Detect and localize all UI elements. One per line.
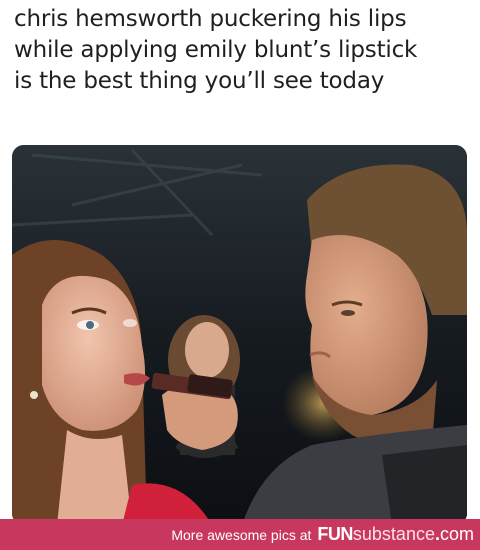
footer-promo-text: More awesome pics at <box>171 526 312 543</box>
meme-photo <box>12 145 467 525</box>
watermark-footer: More awesome pics at FUN substance . com <box>0 519 480 550</box>
funsubstance-logo-link[interactable]: FUN substance . com <box>317 524 474 545</box>
brand-fun: FUN <box>317 524 353 544</box>
meme-caption: chris hemsworth puckering his lips while… <box>14 4 469 97</box>
brand-substance: substance <box>352 524 435 544</box>
caption-line-3: is the best thing you’ll see today <box>14 68 385 94</box>
caption-line-1: chris hemsworth puckering his lips <box>14 6 407 32</box>
caption-line-2: while applying emily blunt’s lipstick <box>14 37 418 63</box>
brand-com: com <box>439 524 474 544</box>
photo-illustration <box>12 145 467 525</box>
